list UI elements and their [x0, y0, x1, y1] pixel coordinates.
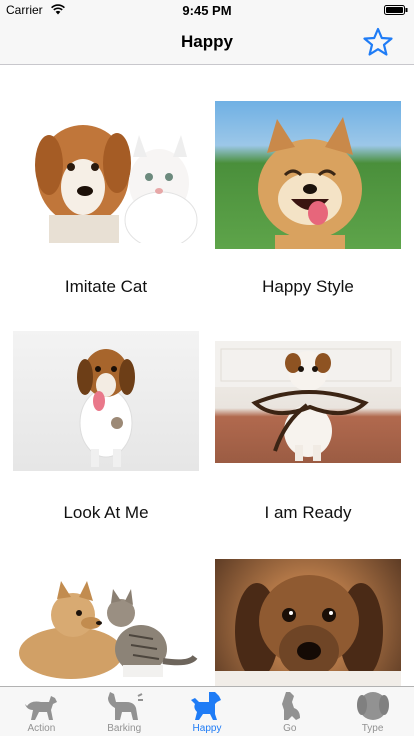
- tab-happy[interactable]: Happy: [166, 687, 249, 736]
- grid-item-caption: Imitate Cat: [64, 277, 148, 296]
- tab-label: Type: [361, 723, 384, 734]
- status-bar: Carrier 9:45 PM: [0, 0, 414, 20]
- dog-happy-icon: [190, 692, 221, 720]
- dog-sitting-icon: [281, 692, 300, 720]
- dog-and-cat-photo: [13, 105, 199, 243]
- tab-barking[interactable]: Barking: [83, 687, 166, 736]
- navigation-bar: Happy: [0, 20, 414, 65]
- smiling-shiba-photo: [215, 101, 401, 249]
- dog-holding-leash-photo: [215, 341, 401, 463]
- grid-item-caption: Look At Me: [63, 503, 149, 522]
- dog-barking-icon: [108, 692, 144, 720]
- tab-label: Go: [283, 723, 297, 734]
- status-time: 9:45 PM: [182, 3, 232, 18]
- tab-label: Action: [27, 723, 56, 734]
- tab-label: Happy: [192, 723, 222, 734]
- dog-grid: Imitate Cat Happy Style Look At Me I am …: [0, 65, 414, 686]
- grid-item-caption: I am Ready: [264, 503, 352, 522]
- dog-and-tabby-cat-photo: [13, 569, 199, 686]
- beagle-looking-up-photo: [13, 331, 199, 471]
- star-outline-icon[interactable]: [362, 26, 394, 58]
- tab-go[interactable]: Go: [248, 687, 331, 736]
- tab-label: Barking: [107, 723, 142, 734]
- page-title: Happy: [181, 32, 233, 51]
- dachshund-face-photo: [215, 559, 401, 686]
- tab-type[interactable]: Type: [331, 687, 414, 736]
- dog-head-icon: [356, 692, 389, 720]
- dog-walking-icon: [25, 696, 58, 720]
- tab-action[interactable]: Action: [0, 687, 83, 736]
- battery-icon: [384, 5, 408, 15]
- grid-item-caption: Happy Style: [262, 277, 354, 296]
- tab-bar: Action Barking Happy Go Type: [0, 686, 414, 736]
